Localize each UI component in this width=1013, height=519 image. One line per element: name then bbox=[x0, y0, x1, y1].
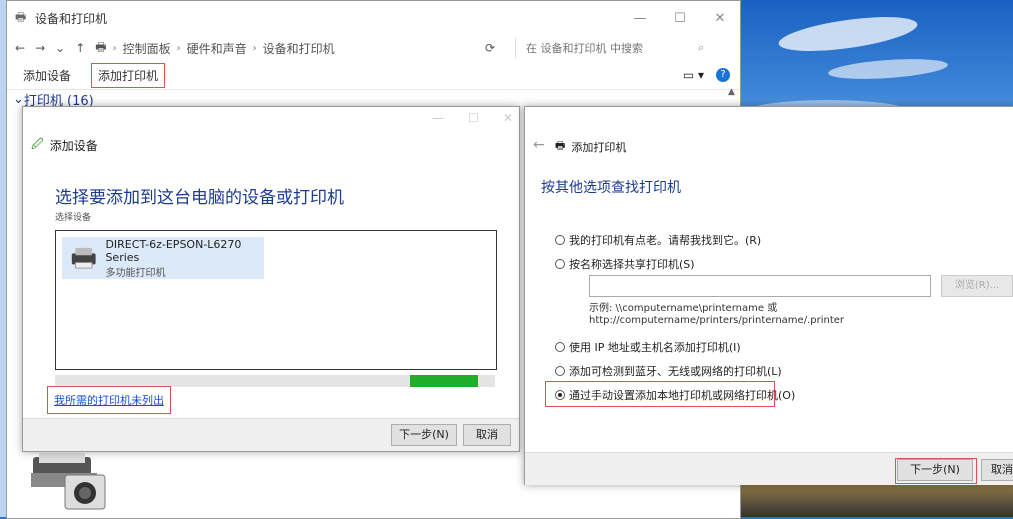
dialog-header: 🖉 添加设备 bbox=[31, 135, 98, 156]
search-icon[interactable]: ⌕ bbox=[698, 41, 704, 55]
minimize-button[interactable]: — bbox=[620, 11, 660, 26]
title-bar: 🖶 设备和打印机 — ☐ ✕ bbox=[7, 1, 740, 35]
back-arrow-icon[interactable]: ← bbox=[533, 137, 545, 153]
dialog-window-controls: — ☐ ✕ bbox=[432, 111, 513, 125]
dialog-title: 添加设备 bbox=[49, 139, 98, 153]
scroll-up-icon[interactable]: ▲ bbox=[728, 87, 738, 107]
command-bar: 添加设备 添加打印机 ▭ ▾ ? bbox=[7, 61, 740, 90]
crumb-control-panel[interactable]: 控制面板 bbox=[123, 40, 171, 57]
add-device-icon: 🖉 bbox=[31, 137, 44, 151]
desktop-edge bbox=[0, 0, 6, 517]
chevron-down-icon: ⌄ bbox=[13, 91, 24, 107]
example-text: 示例: \\computername\printername 或 http://… bbox=[589, 303, 845, 326]
add-printer-button[interactable]: 添加打印机 bbox=[91, 62, 166, 88]
shared-printer-input[interactable] bbox=[589, 275, 931, 297]
dialog-footer: 下一步(N) 取消 bbox=[23, 418, 519, 451]
up-button[interactable]: ↑ bbox=[75, 41, 85, 55]
recent-dropdown[interactable]: ⌄ bbox=[55, 41, 65, 55]
breadcrumb[interactable]: 🖶 › 控制面板 › 硬件和声音 › 设备和打印机 ⟳ bbox=[95, 38, 505, 59]
highlight-box bbox=[895, 458, 977, 484]
dialog-subheading: 选择设备 bbox=[55, 213, 92, 223]
device-name: DIRECT-6z-EPSON-L6270 Series bbox=[105, 237, 242, 264]
option-label: 通过手动设置添加本地打印机或网络打印机(O) bbox=[569, 389, 796, 402]
close-button[interactable]: ✕ bbox=[503, 111, 513, 125]
back-button[interactable]: ← bbox=[15, 41, 25, 55]
forward-button[interactable]: → bbox=[35, 41, 45, 55]
printer-camera-icon bbox=[31, 453, 106, 510]
radio-button[interactable] bbox=[555, 342, 565, 352]
next-button[interactable]: 下一步(N) bbox=[391, 424, 457, 446]
option-shared-printer[interactable]: 按名称选择共享打印机(S) bbox=[555, 256, 695, 272]
view-options-icon[interactable]: ▭ ▾ bbox=[683, 68, 704, 82]
cancel-button[interactable]: 取消 bbox=[463, 424, 511, 446]
option-label: 按名称选择共享打印机(S) bbox=[569, 258, 695, 271]
option-label: 使用 IP 地址或主机名添加打印机(I) bbox=[569, 341, 741, 354]
maximize-button[interactable]: ☐ bbox=[468, 111, 479, 125]
radio-button[interactable] bbox=[555, 366, 565, 376]
add-device-dialog: — ☐ ✕ 🖉 添加设备 选择要添加到这台电脑的设备或打印机 选择设备 DIRE… bbox=[22, 106, 520, 452]
printer-icon bbox=[71, 247, 96, 269]
device-item[interactable]: DIRECT-6z-EPSON-L6270 Series 多功能打印机 bbox=[62, 237, 264, 279]
printer-icon: 🖶 bbox=[15, 9, 27, 24]
cancel-button[interactable]: 取消 bbox=[981, 459, 1013, 481]
add-printer-dialog: ← 🖶 添加打印机 按其他选项查找打印机 我的打印机有点老。请帮我找到它。(R)… bbox=[524, 106, 1013, 485]
maximize-button[interactable]: ☐ bbox=[660, 11, 700, 26]
dialog-title: 添加打印机 bbox=[571, 140, 627, 154]
refresh-icon[interactable]: ⟳ bbox=[475, 41, 505, 55]
window-title: 设备和打印机 bbox=[35, 11, 108, 26]
radio-button[interactable] bbox=[555, 235, 565, 245]
option-ip-address[interactable]: 使用 IP 地址或主机名添加打印机(I) bbox=[555, 339, 741, 355]
dialog-heading: 选择要添加到这台电脑的设备或打印机 bbox=[55, 188, 344, 208]
crumb-devices[interactable]: 设备和打印机 bbox=[263, 40, 335, 57]
address-row: ← → ⌄ ↑ 🖶 › 控制面板 › 硬件和声音 › 设备和打印机 ⟳ ⌕ bbox=[7, 35, 740, 61]
close-button[interactable]: ✕ bbox=[700, 11, 740, 26]
search-box[interactable]: ⌕ bbox=[515, 38, 732, 58]
option-label: 添加可检测到蓝牙、无线或网络的打印机(L) bbox=[569, 365, 782, 378]
add-device-button[interactable]: 添加设备 bbox=[17, 64, 77, 87]
radio-button-selected[interactable] bbox=[555, 390, 565, 400]
printer-icon: 🖶 bbox=[555, 139, 566, 152]
option-manual-settings[interactable]: 通过手动设置添加本地打印机或网络打印机(O) bbox=[555, 387, 795, 403]
browse-button[interactable]: 浏览(R)... bbox=[941, 275, 1013, 297]
option-bluetooth-wireless[interactable]: 添加可检测到蓝牙、无线或网络的打印机(L) bbox=[555, 363, 782, 379]
device-type: 多功能打印机 bbox=[105, 267, 166, 279]
device-list[interactable]: DIRECT-6z-EPSON-L6270 Series 多功能打印机 bbox=[55, 230, 497, 370]
search-input[interactable] bbox=[524, 40, 698, 56]
printer-not-listed-link[interactable]: 我所需的打印机未列出 bbox=[47, 386, 171, 414]
minimize-button[interactable]: — bbox=[432, 111, 444, 125]
radio-button[interactable] bbox=[555, 259, 565, 269]
help-icon[interactable]: ? bbox=[716, 68, 730, 82]
option-old-printer[interactable]: 我的打印机有点老。请帮我找到它。(R) bbox=[555, 232, 761, 248]
crumb-hardware[interactable]: 硬件和声音 bbox=[187, 40, 247, 57]
dialog-header: 🖶 添加打印机 bbox=[555, 137, 626, 156]
control-panel-icon: 🖶 bbox=[95, 39, 107, 54]
dialog-heading: 按其他选项查找打印机 bbox=[541, 180, 681, 196]
option-label: 我的打印机有点老。请帮我找到它。(R) bbox=[569, 234, 762, 247]
